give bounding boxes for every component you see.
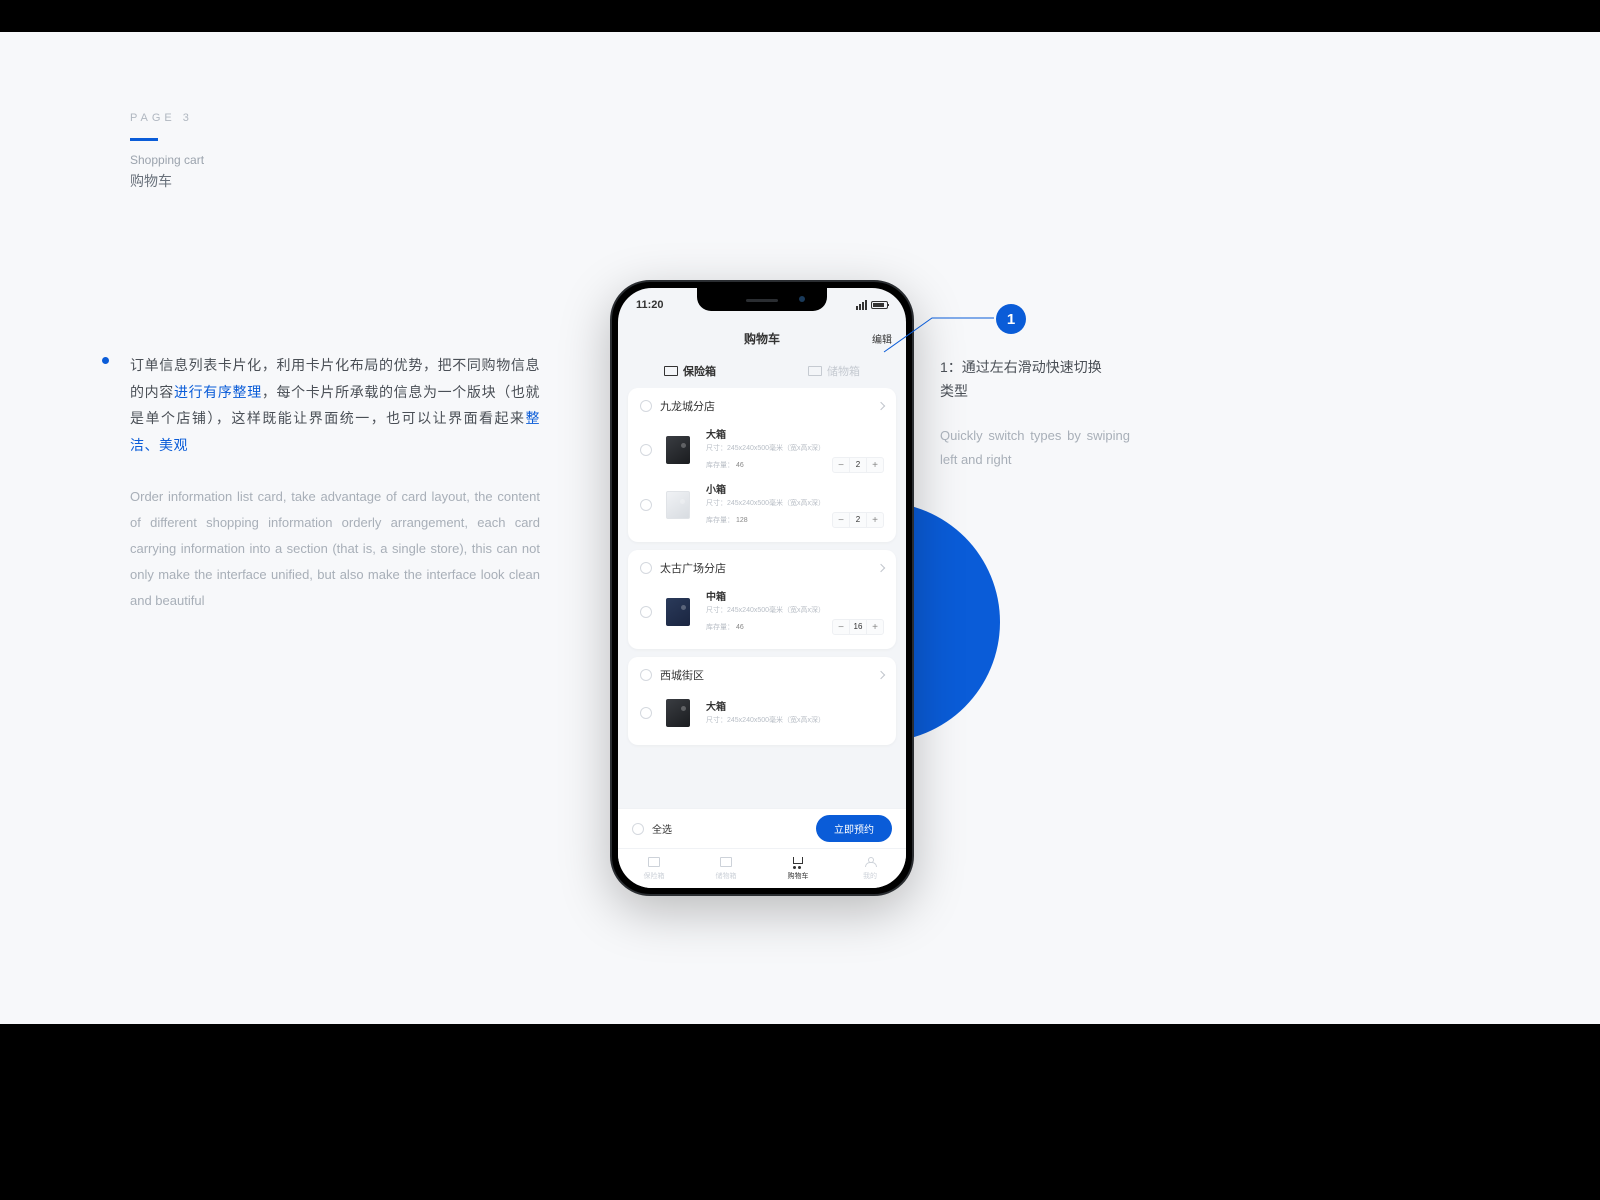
page-header: PAGE 3 Shopping cart 购物车 bbox=[130, 112, 204, 191]
callout-1: 1 1：通过左右滑动快速切换类型 Quickly switch types by… bbox=[940, 304, 1130, 473]
chevron-right-icon[interactable] bbox=[877, 402, 885, 410]
phone-notch bbox=[697, 288, 827, 311]
item-thumb bbox=[660, 487, 696, 523]
store-card: 九龙城分店大箱尺寸：245x240x500毫米（宽x高x深）库存量：46−2+小… bbox=[628, 388, 896, 542]
cart-item: 小箱尺寸：245x240x500毫米（宽x高x深） 库存量：128 −2+ bbox=[628, 477, 896, 532]
item-radio[interactable] bbox=[640, 499, 652, 511]
safe-icon bbox=[664, 366, 678, 376]
store-radio[interactable] bbox=[640, 669, 652, 681]
page-number: PAGE 3 bbox=[130, 112, 204, 124]
tab-bar: 保险箱 储物箱 购物车 我的 bbox=[618, 848, 906, 888]
subtitle-cn: 购物车 bbox=[130, 171, 204, 191]
callout-en: Quickly switch types by swiping left and… bbox=[940, 424, 1130, 473]
stock-label: 库存量：46 bbox=[706, 460, 744, 470]
item-name: 大箱 bbox=[706, 426, 884, 441]
action-bar: 全选 立即预约 bbox=[618, 808, 906, 848]
category-tabs: 保险箱 储物箱 bbox=[618, 354, 906, 388]
stock-label: 库存量：128 bbox=[706, 515, 748, 525]
minus-button[interactable]: − bbox=[833, 513, 849, 527]
chevron-right-icon[interactable] bbox=[877, 564, 885, 572]
phone-screen: 11:20 购物车 编辑 保险箱 储物箱 九 bbox=[618, 288, 906, 888]
tab-storage[interactable]: 储物箱 bbox=[762, 354, 906, 388]
item-spec: 尺寸：245x240x500毫米（宽x高x深） bbox=[706, 498, 884, 508]
cart-item: 大箱尺寸：245x240x500毫米（宽x高x深） bbox=[628, 691, 896, 735]
description-cn: 订单信息列表卡片化，利用卡片化布局的优势，把不同购物信息的内容进行有序整理，每个… bbox=[130, 352, 540, 458]
qty-stepper[interactable]: −2+ bbox=[832, 512, 884, 528]
item-name: 中箱 bbox=[706, 588, 884, 603]
cart-item: 中箱尺寸：245x240x500毫米（宽x高x深） 库存量：46 −16+ bbox=[628, 584, 896, 639]
store-card: 西城街区大箱尺寸：245x240x500毫米（宽x高x深） bbox=[628, 657, 896, 745]
battery-icon bbox=[871, 301, 888, 309]
tabbar-profile[interactable]: 我的 bbox=[834, 849, 906, 888]
minus-button[interactable]: − bbox=[833, 620, 849, 634]
edit-button[interactable]: 编辑 bbox=[872, 331, 892, 346]
cart-content[interactable]: 九龙城分店大箱尺寸：245x240x500毫米（宽x高x深）库存量：46−2+小… bbox=[618, 388, 906, 818]
store-radio[interactable] bbox=[640, 400, 652, 412]
phone-mockup: 11:20 购物车 编辑 保险箱 储物箱 九 bbox=[610, 280, 914, 896]
select-all-radio[interactable] bbox=[632, 823, 644, 835]
tabbar-storage[interactable]: 储物箱 bbox=[690, 849, 762, 888]
callout-leader-line bbox=[912, 320, 948, 356]
storage-icon bbox=[808, 366, 822, 376]
item-spec: 尺寸：245x240x500毫米（宽x高x深） bbox=[706, 715, 884, 725]
minus-button[interactable]: − bbox=[833, 458, 849, 472]
plus-button[interactable]: + bbox=[867, 513, 883, 527]
item-name: 大箱 bbox=[706, 698, 884, 713]
description-en: Order information list card, take advant… bbox=[130, 484, 540, 614]
underline-accent bbox=[130, 138, 158, 141]
select-all-label: 全选 bbox=[652, 821, 816, 836]
qty-stepper[interactable]: −2+ bbox=[832, 457, 884, 473]
book-button[interactable]: 立即预约 bbox=[816, 815, 892, 842]
store-name: 太古广场分店 bbox=[660, 560, 878, 576]
design-page: PAGE 3 Shopping cart 购物车 订单信息列表卡片化，利用卡片化… bbox=[0, 32, 1600, 1024]
item-spec: 尺寸：245x240x500毫米（宽x高x深） bbox=[706, 443, 884, 453]
title-bar: 购物车 编辑 bbox=[618, 322, 906, 354]
callout-title: 1：通过左右滑动快速切换类型 bbox=[940, 356, 1110, 404]
tab-safe[interactable]: 保险箱 bbox=[618, 354, 762, 388]
store-card: 太古广场分店中箱尺寸：245x240x500毫米（宽x高x深） 库存量：46 −16… bbox=[628, 550, 896, 649]
item-thumb bbox=[660, 432, 696, 468]
stock-label: 库存量：46 bbox=[706, 622, 744, 632]
item-radio[interactable] bbox=[640, 707, 652, 719]
subtitle-en: Shopping cart bbox=[130, 153, 204, 167]
signal-icon bbox=[856, 300, 867, 310]
tabbar-cart[interactable]: 购物车 bbox=[762, 849, 834, 888]
store-radio[interactable] bbox=[640, 562, 652, 574]
store-name: 西城街区 bbox=[660, 667, 878, 683]
page-title: 购物车 bbox=[744, 330, 780, 347]
item-radio[interactable] bbox=[640, 606, 652, 618]
callout-badge: 1 bbox=[996, 304, 1026, 334]
qty-value: 16 bbox=[849, 620, 867, 634]
cart-item: 大箱尺寸：245x240x500毫米（宽x高x深） 库存量：46 −2+ bbox=[628, 422, 896, 477]
item-thumb bbox=[660, 594, 696, 630]
status-time: 11:20 bbox=[636, 299, 664, 311]
item-spec: 尺寸：245x240x500毫米（宽x高x深） bbox=[706, 605, 884, 615]
chevron-right-icon[interactable] bbox=[877, 671, 885, 679]
qty-stepper[interactable]: −16+ bbox=[832, 619, 884, 635]
item-radio[interactable] bbox=[640, 444, 652, 456]
item-thumb bbox=[660, 695, 696, 731]
qty-value: 2 bbox=[849, 458, 867, 472]
plus-button[interactable]: + bbox=[867, 458, 883, 472]
plus-button[interactable]: + bbox=[867, 620, 883, 634]
description-column: 订单信息列表卡片化，利用卡片化布局的优势，把不同购物信息的内容进行有序整理，每个… bbox=[130, 352, 540, 614]
qty-value: 2 bbox=[849, 513, 867, 527]
bullet-icon bbox=[102, 357, 109, 364]
tabbar-safe[interactable]: 保险箱 bbox=[618, 849, 690, 888]
item-name: 小箱 bbox=[706, 481, 884, 496]
store-name: 九龙城分店 bbox=[660, 398, 878, 414]
